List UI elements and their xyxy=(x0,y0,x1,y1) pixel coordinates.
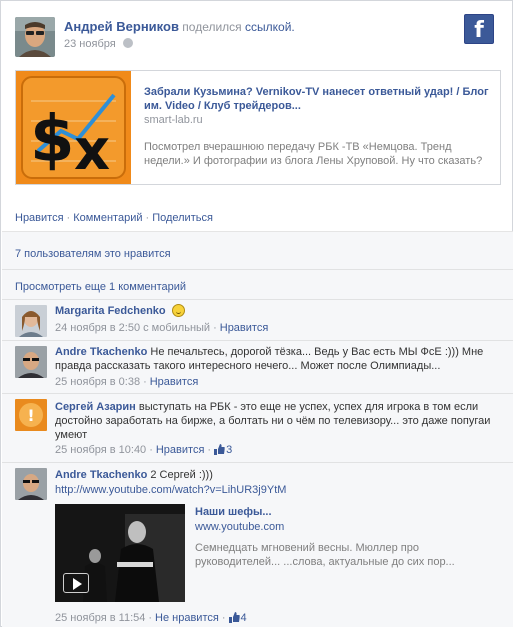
comment-meta: 25 ноября в 11:54 · Не нравится · 4 xyxy=(55,612,247,624)
commenter-name[interactable]: Сергей Азарин xyxy=(55,401,136,413)
shared-link-title[interactable]: Забрали Кузьмина? Vernikov-TV нанесет от… xyxy=(144,85,489,113)
svg-text:$: $ xyxy=(30,103,75,177)
feed-story: Андрей Верников поделился ссылкой. 23 но… xyxy=(0,0,513,627)
thumbs-up-icon xyxy=(228,612,240,623)
commenter-name[interactable]: Andre Tkachenko xyxy=(55,469,147,481)
video-description: Семнедцать мгновений весны. Мюллер про р… xyxy=(195,542,455,568)
author-name[interactable]: Андрей Верников xyxy=(64,19,179,34)
comment: Andre Tkachenko Не печальтесь, дорогой т… xyxy=(55,345,500,373)
facebook-icon[interactable]: f xyxy=(464,14,494,44)
comment-meta: 24 ноября в 2:50 с мобильный · Нравится xyxy=(55,322,268,334)
divider xyxy=(2,393,513,394)
comment-url-row: http://www.youtube.com/watch?v=LihUR3j9Y… xyxy=(55,483,500,497)
comment-timestamp[interactable]: 24 ноября в 2:50 с мобильный xyxy=(55,322,210,334)
comment-like-link[interactable]: Нравится xyxy=(156,444,205,456)
comment-meta: 25 ноября в 0:38 · Нравится xyxy=(55,376,198,388)
post-date[interactable]: 23 ноября xyxy=(64,38,116,50)
share-link[interactable]: Поделиться xyxy=(152,212,213,224)
shared-link-thumbnail[interactable]: $ x xyxy=(16,71,131,184)
divider xyxy=(2,462,513,463)
comment-like-link[interactable]: Нравится xyxy=(220,322,269,334)
globe-icon[interactable] xyxy=(122,38,133,48)
svg-text:x: x xyxy=(74,118,110,183)
separator-dot: · xyxy=(207,444,212,456)
video-domain[interactable]: www.youtube.com xyxy=(195,521,284,533)
like-link[interactable]: Нравится xyxy=(15,212,64,224)
author-avatar[interactable] xyxy=(15,17,55,57)
comment-like-count[interactable]: 4 xyxy=(228,612,247,624)
comment-timestamp[interactable]: 25 ноября в 11:54 xyxy=(55,612,145,624)
comment-unlike-link[interactable]: Не нравится xyxy=(155,612,219,624)
story-actions: Нравится · Комментарий · Поделиться xyxy=(15,212,213,224)
play-icon[interactable] xyxy=(63,573,89,593)
view-more-comments[interactable]: Просмотреть еще 1 комментарий xyxy=(15,281,186,293)
separator-dot: · xyxy=(66,212,71,224)
commenter-name[interactable]: Margarita Fedchenko xyxy=(55,305,166,317)
commenter-avatar[interactable] xyxy=(15,346,47,378)
like-count: 3 xyxy=(226,444,233,456)
thumbs-up-icon xyxy=(214,444,225,455)
story-header: Андрей Верников поделился ссылкой. xyxy=(64,19,295,34)
like-count: 4 xyxy=(240,612,247,624)
comment: Margarita Fedchenko xyxy=(55,304,500,318)
comment-link[interactable]: Комментарий xyxy=(73,212,142,224)
comment-like-count[interactable]: 3 xyxy=(214,444,232,456)
separator-dot: · xyxy=(145,212,150,224)
shared-link-card[interactable]: $ x Забрали Кузьмина? Vernikov-TV нанесе… xyxy=(15,70,501,185)
divider xyxy=(2,299,513,300)
video-thumbnail[interactable] xyxy=(55,504,185,602)
divider xyxy=(2,340,513,341)
shared-link-domain: smart-lab.ru xyxy=(144,114,203,126)
action-text: поделился xyxy=(182,20,242,34)
separator-dot: · xyxy=(143,376,147,388)
separator-dot: · xyxy=(149,444,153,456)
svg-text:!: ! xyxy=(27,406,34,425)
commenter-name[interactable]: Andre Tkachenko xyxy=(55,346,147,358)
divider xyxy=(2,269,513,270)
comment-meta: 25 ноября в 10:40 · Нравится · 3 xyxy=(55,444,232,456)
commenter-avatar[interactable]: ! xyxy=(15,399,47,431)
separator-dot: · xyxy=(221,612,226,624)
commenter-avatar[interactable] xyxy=(15,305,47,337)
shared-link-description: Посмотрел вчерашнюю передачу РБК -ТВ «Не… xyxy=(144,141,483,167)
comment-timestamp[interactable]: 25 ноября в 10:40 xyxy=(55,444,146,456)
separator-dot: · xyxy=(148,612,153,624)
comment: Сергей Азарин выступать на РБК - это еще… xyxy=(55,400,500,442)
smile-icon xyxy=(171,304,185,317)
comment: Andre Tkachenko 2 Сергей :))) xyxy=(55,468,500,482)
comment-url[interactable]: http://www.youtube.com/watch?v=LihUR3j9Y… xyxy=(55,484,286,496)
story-meta: 23 ноября xyxy=(64,38,133,50)
commenter-avatar[interactable] xyxy=(15,468,47,500)
separator-dot: · xyxy=(213,322,217,334)
video-title[interactable]: Наши шефы... xyxy=(195,506,272,518)
comment-like-link[interactable]: Нравится xyxy=(150,376,199,388)
action-link[interactable]: ссылкой. xyxy=(245,20,295,34)
comment-timestamp[interactable]: 25 ноября в 0:38 xyxy=(55,376,140,388)
likes-summary[interactable]: 7 пользователям это нравится xyxy=(15,248,171,260)
comment-text: 2 Сергей :))) xyxy=(150,469,213,481)
